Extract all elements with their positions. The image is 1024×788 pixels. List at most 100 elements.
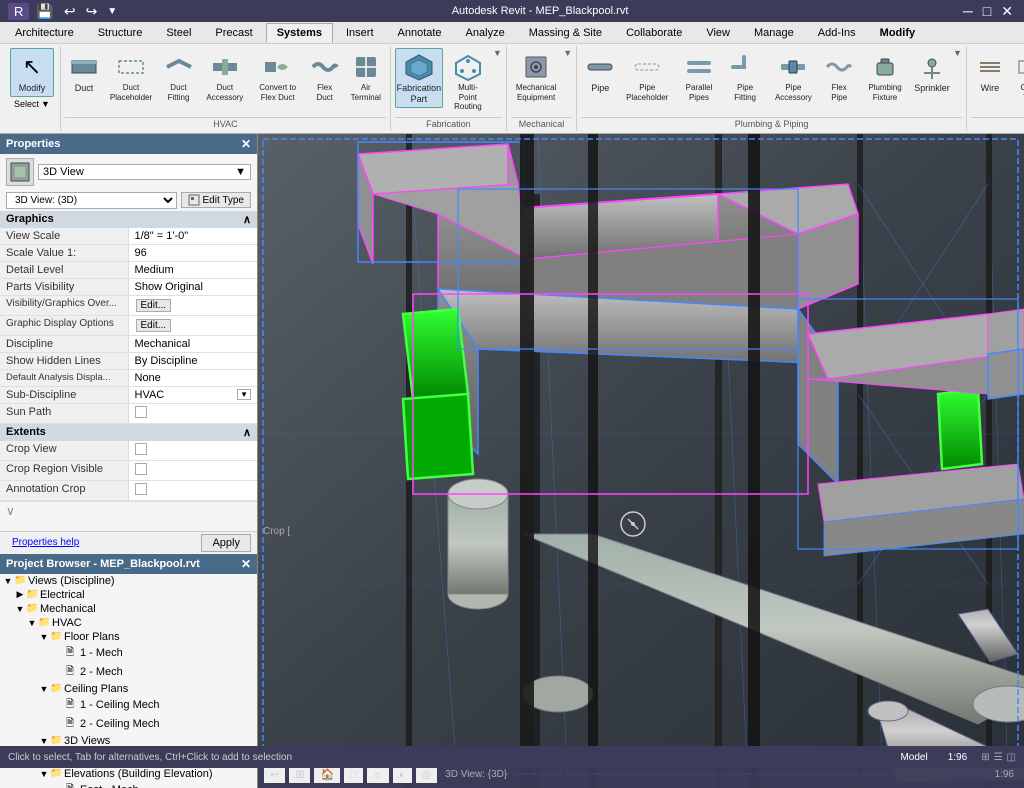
nav-render-btn[interactable]: ◎ — [416, 766, 438, 783]
edit-type-btn[interactable]: Edit Type — [181, 192, 251, 208]
tree-2-mech[interactable]: 🗎 2 - Mech — [0, 663, 257, 682]
pipe-fitting-btn[interactable]: Pipe Fitting — [725, 48, 766, 105]
tree-1-mech[interactable]: 🗎 1 - Mech — [0, 644, 257, 663]
status-icon-3[interactable]: ◫ — [1007, 752, 1016, 763]
tree-east-mech[interactable]: 🗎 East - Mech — [0, 781, 257, 788]
nav-3d-btn[interactable]: □ — [344, 767, 363, 783]
tab-annotate[interactable]: Annotate — [387, 23, 453, 43]
save-btn[interactable]: 💾 — [33, 2, 56, 21]
qa-dropdown[interactable]: ▼ — [104, 5, 120, 18]
tab-analyze[interactable]: Analyze — [455, 23, 516, 43]
maximize-btn[interactable]: □ — [980, 2, 994, 20]
nav-shadows-btn[interactable]: ◐ — [393, 767, 412, 783]
tab-massing[interactable]: Massing & Site — [518, 23, 613, 43]
tab-systems[interactable]: Systems — [266, 23, 333, 43]
nav-back-btn[interactable]: ↩ — [264, 766, 285, 783]
prop-view-select[interactable]: 3D View: (3D) — [6, 192, 177, 209]
undo-btn[interactable]: ↩ — [61, 2, 79, 21]
crop-view-checkbox[interactable] — [135, 443, 147, 455]
prop-val-crop-region-visible[interactable] — [129, 461, 258, 480]
prop-val-discipline[interactable]: Mechanical — [129, 336, 258, 352]
flex-duct-btn[interactable]: Flex Duct — [306, 48, 344, 105]
duct-accessory-btn[interactable]: Duct Accessory — [200, 48, 250, 105]
prop-val-scale-val[interactable]: 96 — [129, 245, 258, 261]
prop-val-detail-level[interactable]: Medium — [129, 262, 258, 278]
tab-structure[interactable]: Structure — [87, 23, 154, 43]
graphic-display-edit-btn[interactable]: Edit... — [136, 319, 172, 332]
tree-elevations[interactable]: ▼ 📁 Elevations (Building Elevation) — [0, 767, 257, 781]
tree-floor-plans[interactable]: ▼ 📁 Floor Plans — [0, 630, 257, 644]
duct-placeholder-btn[interactable]: Duct Placeholder — [105, 48, 157, 105]
wire-btn[interactable]: Wire — [971, 48, 1009, 97]
plumbing-fixture-btn[interactable]: Plumbing Fixture — [859, 48, 911, 105]
flex-pipe-btn[interactable]: Flex Pipe — [821, 48, 857, 105]
status-icon-1[interactable]: ⊞ — [981, 752, 989, 763]
prop-val-annotation-crop[interactable] — [129, 481, 258, 500]
minimize-btn[interactable]: ─ — [960, 2, 976, 20]
tab-insert[interactable]: Insert — [335, 23, 385, 43]
modify-btn[interactable]: ↖ Modify — [10, 48, 54, 97]
annotation-crop-checkbox[interactable] — [135, 483, 147, 495]
prop-val-crop-view[interactable] — [129, 441, 258, 460]
prop-val-view-scale[interactable]: 1/8" = 1'-0" — [129, 228, 258, 244]
tab-collaborate[interactable]: Collaborate — [615, 23, 693, 43]
duct-btn[interactable]: Duct — [65, 48, 103, 97]
status-model[interactable]: Model — [894, 752, 933, 763]
tab-precast[interactable]: Precast — [204, 23, 263, 43]
pipe-btn[interactable]: Pipe — [581, 48, 619, 97]
close-btn[interactable]: ✕ — [998, 2, 1016, 21]
air-terminal-btn[interactable]: Air Terminal — [346, 48, 386, 105]
tree-hvac[interactable]: ▼ 📁 HVAC — [0, 616, 257, 630]
duct-fitting-btn[interactable]: Duct Fitting — [159, 48, 198, 105]
vg-overrides-edit-btn[interactable]: Edit... — [136, 299, 172, 312]
tree-views-discipline[interactable]: ▼ 📁 Views (Discipline) — [0, 574, 257, 588]
fabrication-part-btn[interactable]: Fabrication Part — [395, 48, 443, 108]
prop-val-vg-overrides[interactable]: Edit... — [129, 296, 258, 315]
tab-addins[interactable]: Add-Ins — [807, 23, 867, 43]
sun-path-checkbox[interactable] — [135, 406, 147, 418]
cable-tray-btn[interactable]: Cable Tray — [1011, 48, 1024, 105]
tree-ceiling-plans[interactable]: ▼ 📁 Ceiling Plans — [0, 682, 257, 696]
nav-sun-btn[interactable]: ☼ — [367, 767, 389, 783]
tab-manage[interactable]: Manage — [743, 23, 805, 43]
extents-header[interactable]: Extents ∧ — [0, 424, 257, 441]
tree-electrical[interactable]: ▶ 📁 Electrical — [0, 588, 257, 602]
prop-val-sun-path[interactable] — [129, 404, 258, 423]
parallel-pipes-btn[interactable]: Parallel Pipes — [675, 48, 723, 105]
graphics-header[interactable]: Graphics ∧ — [0, 211, 257, 228]
pipe-placeholder-btn[interactable]: Pipe Placeholder — [621, 48, 673, 105]
tab-view[interactable]: View — [695, 23, 741, 43]
app-menu-btn[interactable]: R — [8, 3, 29, 20]
properties-close-btn[interactable]: ✕ — [241, 137, 251, 151]
nav-home-btn[interactable]: 🏠 — [314, 766, 340, 783]
status-scale[interactable]: 1:96 — [942, 752, 973, 763]
prop-val-graphic-display[interactable]: Edit... — [129, 316, 258, 335]
tab-architecture[interactable]: Architecture — [4, 23, 85, 43]
tab-modify[interactable]: Modify — [869, 23, 926, 43]
crop-region-checkbox[interactable] — [135, 463, 147, 475]
select-label[interactable]: Select ▼ — [14, 99, 50, 109]
pipe-accessory-btn[interactable]: Pipe Accessory — [767, 48, 819, 105]
mechanical-expand-btn[interactable]: ▼ — [563, 48, 572, 60]
tree-mechanical[interactable]: ▼ 📁 Mechanical — [0, 602, 257, 616]
nav-steering-btn[interactable]: ⊞ — [289, 766, 310, 783]
redo-btn[interactable]: ↪ — [83, 2, 101, 21]
status-icon-2[interactable]: ☰ — [994, 752, 1003, 763]
prop-type-dropdown[interactable]: 3D View ▼ — [38, 164, 251, 180]
tree-1-ceiling-mech[interactable]: 🗎 1 - Ceiling Mech — [0, 696, 257, 715]
multipoint-routing-btn[interactable]: Multi-Point Routing — [445, 48, 491, 115]
plumbing-expand-btn[interactable]: ▼ — [953, 48, 962, 60]
mech-equipment-btn[interactable]: Mechanical Equipment — [511, 48, 561, 105]
prop-val-show-hidden[interactable]: By Discipline — [129, 353, 258, 369]
project-browser-close-btn[interactable]: ✕ — [241, 557, 251, 571]
prop-val-parts-visibility[interactable]: Show Original — [129, 279, 258, 295]
convert-flex-duct-btn[interactable]: Convert to Flex Duct — [252, 48, 304, 105]
properties-help-link[interactable]: Properties help — [6, 535, 85, 550]
sub-discipline-dropdown[interactable]: ▼ — [237, 389, 251, 400]
tree-2-ceiling-mech[interactable]: 🗎 2 - Ceiling Mech — [0, 715, 257, 734]
apply-btn[interactable]: Apply — [201, 534, 251, 552]
viewport[interactable]: Crop [ ↩ ⊞ 🏠 □ ☼ ◐ ◎ 3D View: {3D} 1:96 — [258, 134, 1024, 788]
tab-steel[interactable]: Steel — [155, 23, 202, 43]
prop-val-subdiscipline[interactable]: HVAC ▼ — [129, 387, 258, 403]
fabrication-expand-btn[interactable]: ▼ — [493, 48, 502, 60]
